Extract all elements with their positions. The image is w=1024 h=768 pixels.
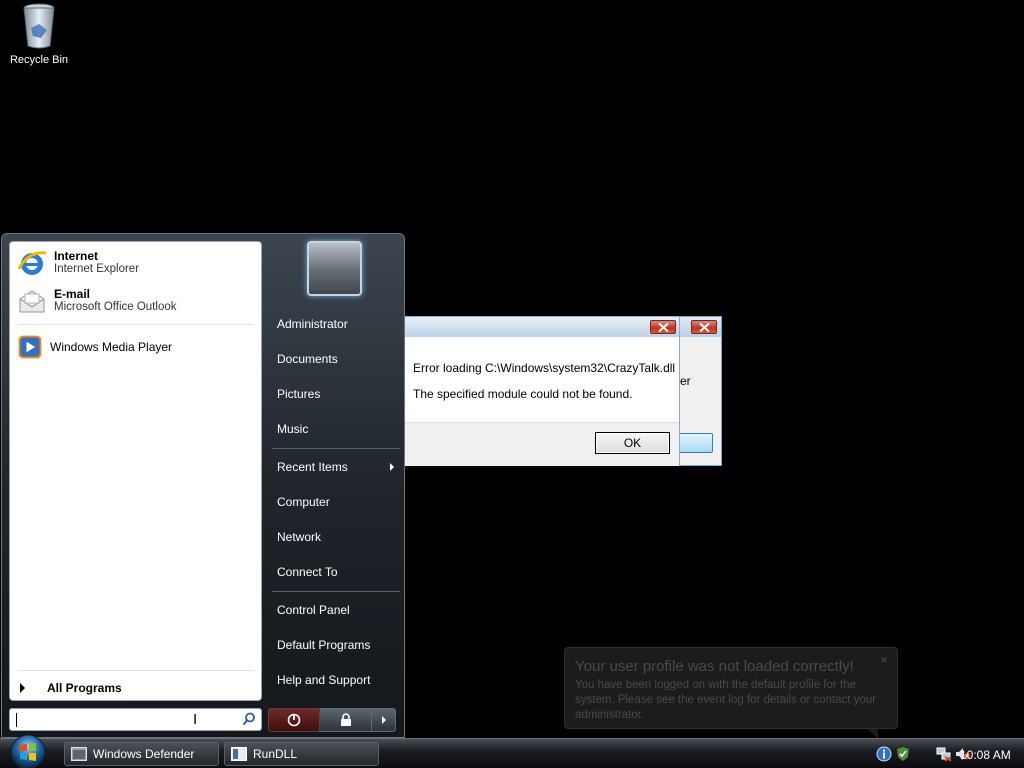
power-icon	[287, 713, 301, 727]
dialog-title-bar	[405, 317, 679, 337]
start-item-help-and-support[interactable]: Help and Support	[272, 666, 400, 694]
start-item-computer[interactable]: Computer	[272, 488, 400, 516]
recycle-bin-label: Recycle Bin	[9, 54, 69, 66]
start-item-label: Pictures	[277, 387, 321, 401]
chevron-right-icon	[20, 683, 25, 693]
internet-explorer-icon	[17, 251, 47, 275]
start-item-documents[interactable]: Documents	[272, 345, 400, 373]
start-menu: Internet Internet Explorer E-mail Micros…	[1, 233, 405, 738]
user-picture[interactable]	[307, 241, 362, 296]
start-item-network[interactable]: Network	[272, 523, 400, 551]
start-item-label: Computer	[277, 495, 330, 509]
start-button[interactable]	[6, 733, 50, 768]
dialog-close-button[interactable]	[691, 320, 717, 334]
start-menu-separator	[272, 448, 400, 449]
start-item-music[interactable]: Music	[272, 415, 400, 443]
windows-defender-icon	[71, 747, 87, 761]
network-icon[interactable]	[936, 746, 952, 762]
start-item-label: Connect To	[277, 565, 338, 579]
taskbar-button-label: Windows Defender	[93, 747, 195, 761]
start-item-control-panel[interactable]: Control Panel	[272, 596, 400, 624]
start-menu-programs-pane: Internet Internet Explorer E-mail Micros…	[9, 241, 262, 701]
recycle-bin-desktop-icon[interactable]: Recycle Bin	[6, 2, 72, 66]
ibeam-cursor-icon: I	[193, 711, 198, 728]
clock[interactable]: 10:08 AM	[960, 748, 1011, 762]
start-search-input[interactable]	[14, 710, 234, 729]
recent-item-windows-media-player[interactable]: Windows Media Player	[16, 333, 256, 361]
taskbar-button-rundll[interactable]: RunDLL	[224, 742, 379, 766]
taskbar: Windows Defender RunDLL 10:08 AM	[0, 734, 1024, 768]
pinned-item-internet[interactable]: Internet Internet Explorer	[16, 246, 256, 280]
ok-button[interactable]: OK	[595, 432, 670, 454]
close-icon	[699, 323, 710, 332]
start-menu-separator	[272, 591, 400, 592]
start-item-label: Administrator	[277, 317, 348, 331]
error-message: Error loading C:\Windows\system32\CrazyT…	[413, 361, 676, 375]
notification-balloon[interactable]: Your user profile was not loaded correct…	[564, 647, 898, 729]
pinned-item-subtitle: Microsoft Office Outlook	[54, 301, 177, 313]
info-icon[interactable]	[876, 746, 892, 762]
dialog-message-fragment: er	[680, 374, 691, 388]
start-item-default-programs[interactable]: Default Programs	[272, 631, 400, 659]
email-icon	[19, 290, 45, 313]
start-item-connect-to[interactable]: Connect To	[272, 558, 400, 586]
recent-item-label: Windows Media Player	[50, 339, 173, 354]
dialog-footer: OK	[405, 422, 679, 466]
pinned-item-email[interactable]: E-mail Microsoft Office Outlook	[16, 284, 256, 318]
balloon-close-button[interactable]: ×	[880, 652, 888, 667]
rundll-icon	[231, 747, 247, 761]
start-item-label: Default Programs	[277, 638, 371, 652]
chevron-right-icon	[381, 716, 386, 724]
start-item-label: Help and Support	[277, 673, 371, 687]
taskbar-button-windows-defender[interactable]: Windows Defender	[64, 742, 219, 766]
rundll-error-dialog: Error loading C:\Windows\system32\CrazyT…	[405, 316, 680, 466]
lock-icon	[340, 713, 351, 726]
submenu-arrow-icon	[390, 463, 394, 471]
balloon-title: Your user profile was not loaded correct…	[575, 658, 854, 675]
start-item-label: Documents	[277, 352, 338, 366]
all-programs-button[interactable]: All Programs	[20, 678, 250, 698]
start-item-recent-items[interactable]: Recent Items	[272, 453, 400, 481]
dialog-close-button[interactable]	[650, 320, 676, 334]
error-detail: The specified module could not be found.	[413, 387, 633, 401]
all-programs-label: All Programs	[47, 681, 122, 695]
media-player-icon	[18, 335, 42, 359]
start-item-pictures[interactable]: Pictures	[272, 380, 400, 408]
start-item-label: Recent Items	[277, 460, 348, 474]
taskbar-button-label: RunDLL	[253, 747, 298, 761]
search-icon[interactable]	[242, 712, 256, 726]
pinned-item-title: Internet	[54, 249, 99, 263]
power-button[interactable]	[268, 708, 320, 732]
security-shield-icon[interactable]	[895, 746, 911, 762]
lock-button[interactable]	[320, 708, 372, 732]
power-controls	[268, 708, 396, 732]
start-search-box[interactable]: I	[9, 708, 262, 731]
recycle-bin-icon	[23, 3, 55, 49]
system-tray: 10:08 AM	[870, 742, 1024, 766]
close-icon	[658, 323, 669, 332]
pinned-item-title: E-mail	[54, 287, 91, 301]
start-item-label: Control Panel	[277, 603, 350, 617]
all-programs-separator	[18, 670, 254, 671]
start-item-administrator[interactable]: Administrator	[272, 310, 400, 338]
text-caret	[16, 713, 17, 727]
start-item-label: Network	[277, 530, 322, 544]
pinned-item-subtitle: Internet Explorer	[54, 263, 140, 275]
start-item-label: Music	[277, 422, 309, 436]
balloon-body: You have been logged on with the default…	[575, 679, 877, 721]
shutdown-options-button[interactable]	[372, 708, 396, 732]
pinned-separator	[18, 324, 254, 325]
